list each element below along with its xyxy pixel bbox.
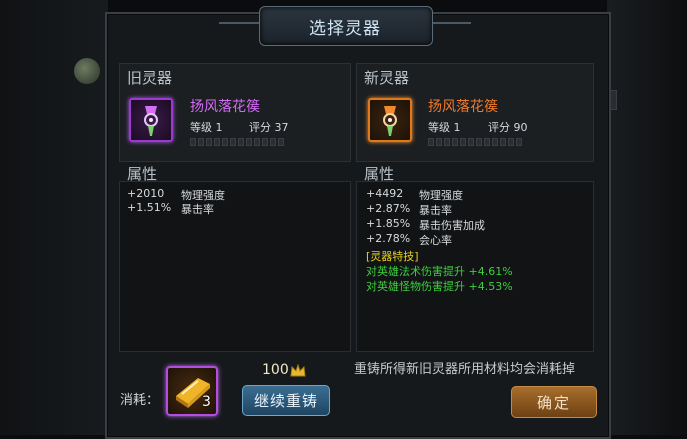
special-skill-line: 对英雄怪物伤害提升 +4.53% [366,280,513,293]
cost-label: 消耗： [120,393,160,408]
gold-amount: 100 [262,362,289,378]
old-attr-value: +1.51% [127,201,172,214]
title-ornament-right [431,22,471,24]
background-bubble-icon [74,58,100,84]
new-attr-value: +1.85% [366,217,411,230]
dialog-title: 选择灵器 [309,19,381,39]
new-attr-name: 暴击率 [419,204,452,217]
old-star-pips [190,138,284,146]
new-item-name: 扬风落花篌 [428,99,498,115]
old-item-name: 扬风落花篌 [190,99,260,115]
new-attr-value: +4492 [366,187,404,200]
old-attr-name: 暴击率 [181,203,214,216]
crown-icon [290,364,306,377]
new-attr-name: 会心率 [419,234,452,247]
new-attr-name: 物理强度 [419,189,463,202]
old-header: 旧灵器 [127,69,173,87]
old-level: 等级 1 [190,121,223,134]
new-attr-value: +2.87% [366,202,411,215]
confirm-button[interactable]: 确定 [511,386,597,418]
cost-count: 3 [202,394,211,410]
new-level: 等级 1 [428,121,461,134]
harp-charm-icon [144,106,158,136]
harp-charm-icon [383,106,397,136]
reforge-notice: 重铸所得新旧灵器所用材料均会消耗掉 [354,362,576,377]
reforge-again-button[interactable]: 继续重铸 [242,385,330,416]
new-star-pips [428,138,522,146]
special-skill-line: 对英雄法术伤害提升 +4.61% [366,265,513,278]
title-ornament-left [219,22,259,24]
new-attr-name: 暴击伤害加成 [419,219,485,232]
new-header: 新灵器 [364,69,410,87]
background-right [607,0,687,435]
old-item-slot[interactable] [129,98,173,142]
old-attr-value: +2010 [127,187,165,200]
new-attr-value: +2.78% [366,232,411,245]
new-score: 评分 90 [488,121,528,134]
new-item-slot[interactable] [368,98,412,142]
special-skill-title: [灵器特技] [366,250,419,263]
old-score: 评分 37 [249,121,289,134]
